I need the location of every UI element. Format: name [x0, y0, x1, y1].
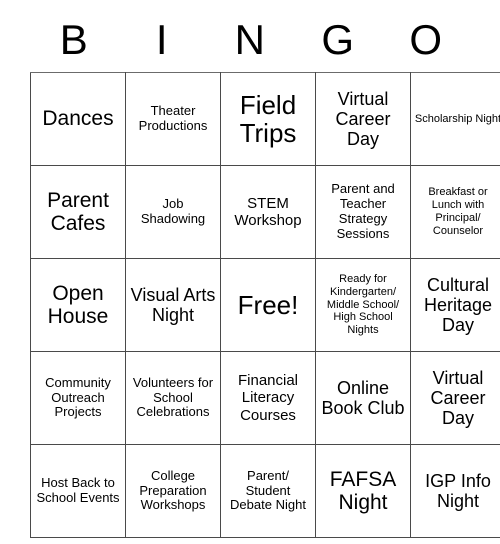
bingo-cell[interactable]: Parent/ Student Debate Night [220, 444, 316, 538]
bingo-cell-label: Parent Cafes [47, 188, 109, 235]
bingo-card: B I N G O Dances Theater Productions Fie… [30, 8, 500, 538]
bingo-cell-label: Financial Literacy Courses [237, 372, 299, 424]
bingo-cell[interactable]: Cultural Heritage Day [410, 258, 500, 352]
bingo-cell[interactable]: IGP Info Night [410, 444, 500, 538]
bingo-cell-label: Field Trips [239, 89, 297, 148]
bingo-cell-label: Virtual Career Day [430, 367, 486, 429]
bingo-cell[interactable]: Ready for Kindergarten/ Middle School/ H… [315, 258, 411, 352]
bingo-cell-label: Open House [47, 281, 109, 328]
bingo-row: Open House Visual Arts Night Free! Ready… [30, 258, 500, 352]
bingo-row: Parent Cafes Job Shadowing STEM Workshop… [30, 165, 500, 259]
bingo-cell-label: Online Book Club [321, 377, 405, 418]
bingo-cell[interactable]: Online Book Club [315, 351, 411, 445]
bingo-cell[interactable]: Virtual Career Day [315, 72, 411, 166]
bingo-cell-label: Community Outreach Projects [45, 374, 111, 420]
bingo-header-row: B I N G O [30, 8, 470, 72]
bingo-cell-label: College Preparation Workshops [139, 467, 207, 513]
bingo-cell-label: Dances [42, 107, 114, 131]
bingo-row: Dances Theater Productions Field Trips V… [30, 72, 500, 166]
bingo-cell-label: Breakfast or Lunch with Principal/ Couns… [428, 186, 488, 237]
bingo-cell[interactable]: Dances [30, 72, 126, 166]
bingo-row: Host Back to School Events College Prepa… [30, 444, 500, 538]
bingo-header-letter-o: O [409, 16, 443, 63]
bingo-cell[interactable]: Visual Arts Night [125, 258, 221, 352]
bingo-header-letter-g: G [321, 16, 355, 63]
bingo-cell-label: Parent/ Student Debate Night [230, 467, 306, 513]
bingo-cell-label: FAFSA Night [329, 467, 397, 514]
bingo-cell-label: IGP Info Night [425, 470, 491, 511]
bingo-cell-label: Theater Productions [138, 103, 208, 133]
bingo-cell-label: Virtual Career Day [335, 88, 391, 150]
bingo-cell-label: Cultural Heritage Day [423, 274, 493, 336]
bingo-cell[interactable]: College Preparation Workshops [125, 444, 221, 538]
bingo-cell-label: Scholarship Night [414, 112, 500, 125]
bingo-cell-label: Job Shadowing [140, 196, 206, 226]
bingo-cell-label: Host Back to School Events [36, 475, 120, 505]
bingo-cell-label: Free! [237, 289, 299, 320]
bingo-row: Community Outreach Projects Volunteers f… [30, 351, 500, 445]
bingo-cell[interactable]: Theater Productions [125, 72, 221, 166]
bingo-cell-label: Volunteers for School Celebrations [132, 374, 214, 420]
bingo-cell[interactable]: Parent and Teacher Strategy Sessions [315, 165, 411, 259]
bingo-cell[interactable]: Field Trips [220, 72, 316, 166]
bingo-cell-label: Ready for Kindergarten/ Middle School/ H… [326, 272, 400, 337]
bingo-cell-label: STEM Workshop [234, 194, 302, 229]
bingo-cell[interactable]: Virtual Career Day [410, 351, 500, 445]
bingo-cell[interactable]: FAFSA Night [315, 444, 411, 538]
bingo-cell[interactable]: Community Outreach Projects [30, 351, 126, 445]
bingo-cell[interactable]: Job Shadowing [125, 165, 221, 259]
bingo-cell[interactable]: Financial Literacy Courses [220, 351, 316, 445]
bingo-cell[interactable]: Breakfast or Lunch with Principal/ Couns… [410, 165, 500, 259]
bingo-header-letter-b: B [59, 16, 89, 63]
bingo-cell[interactable]: Volunteers for School Celebrations [125, 351, 221, 445]
bingo-cell[interactable]: Host Back to School Events [30, 444, 126, 538]
bingo-grid: Dances Theater Productions Field Trips V… [30, 72, 500, 538]
bingo-header-letter-n: N [234, 16, 266, 63]
bingo-header-letter-i: I [155, 16, 169, 63]
bingo-cell[interactable]: Scholarship Night [410, 72, 500, 166]
bingo-cell[interactable]: Parent Cafes [30, 165, 126, 259]
bingo-cell-free[interactable]: Free! [220, 258, 316, 352]
bingo-cell[interactable]: Open House [30, 258, 126, 352]
bingo-cell-label: Parent and Teacher Strategy Sessions [331, 181, 395, 241]
bingo-cell-label: Visual Arts Night [130, 284, 216, 325]
bingo-cell[interactable]: STEM Workshop [220, 165, 316, 259]
